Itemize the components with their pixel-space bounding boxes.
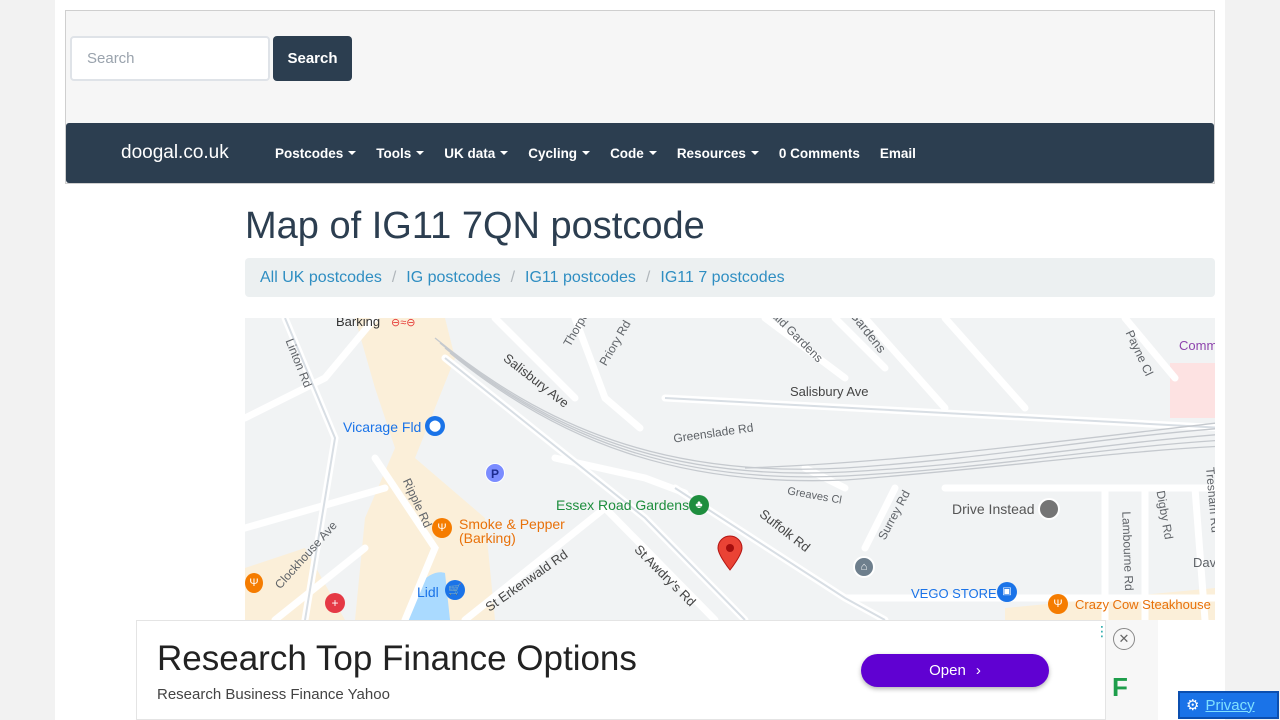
breadcrumb-ig-postcodes[interactable]: IG postcodes <box>406 269 500 287</box>
nav-label: UK data <box>444 145 496 161</box>
nav-item-code[interactable]: Code <box>610 146 657 161</box>
shopping-cart-icon[interactable]: 🛒 <box>445 580 465 600</box>
map-label-dav: Dav <box>1193 555 1215 570</box>
nav-label: Cycling <box>528 145 578 161</box>
hospital-area <box>1170 363 1215 418</box>
medical-icon[interactable]: + <box>325 593 345 613</box>
advertisement-banner[interactable]: Research Top Finance Options Research Bu… <box>136 620 1109 720</box>
restaurant-icon[interactable]: Ψ <box>245 573 263 593</box>
map-label-crazy-cow-steakhouse[interactable]: Crazy Cow Steakhouse <box>1075 597 1211 612</box>
privacy-label: Privacy <box>1205 696 1255 714</box>
nav-item-cycling[interactable]: Cycling <box>528 145 591 161</box>
chevron-right-icon: › <box>975 662 981 679</box>
ad-side-panel: ✕ F <box>1106 620 1158 720</box>
chevron-down-icon <box>648 151 657 155</box>
rail-station-icon: ⊖≈⊖ <box>391 318 416 329</box>
nav-item-email[interactable]: Email <box>880 146 916 161</box>
school-icon[interactable]: ⌂ <box>853 556 875 578</box>
shop-icon[interactable]: ▣ <box>997 582 1017 602</box>
tree-icon[interactable]: ♣ <box>689 495 709 515</box>
breadcrumb-separator: / <box>645 268 651 286</box>
google-map[interactable]: Barking ⊖≈⊖ Linton Rd Salisbury Ave Sali… <box>245 318 1215 620</box>
ad-title[interactable]: Research Top Finance Options <box>157 639 637 679</box>
restaurant-icon[interactable]: Ψ <box>432 518 452 538</box>
page-title: Map of IG11 7QN postcode <box>245 205 705 247</box>
ad-open-button[interactable]: Open › <box>861 654 1049 687</box>
map-label-vicarage-fld[interactable]: Vicarage Fld <box>343 419 421 435</box>
red-location-pin-icon[interactable] <box>716 535 744 571</box>
nav-label: 0 Comments <box>778 145 860 161</box>
parking-icon[interactable]: P <box>485 463 505 483</box>
map-label-comm: Comm <box>1179 338 1215 353</box>
map-label-smoke-pepper-barking[interactable]: (Barking) <box>459 530 516 546</box>
ad-open-label: Open <box>929 662 966 679</box>
ad-subtitle: Research Business Finance Yahoo <box>157 686 390 703</box>
nav-menu: Postcodes Tools UK data Cycling Code Res… <box>275 123 936 183</box>
restaurant-icon[interactable]: Ψ <box>1048 594 1068 614</box>
nav-label: Tools <box>376 145 412 161</box>
close-icon[interactable]: ✕ <box>1113 628 1135 650</box>
breadcrumb: All UK postcodes / IG postcodes / IG11 p… <box>245 258 1215 297</box>
freestar-logo-icon[interactable]: F <box>1112 672 1128 703</box>
nav-label: Resources <box>676 145 746 161</box>
nav-item-comments[interactable]: 0 Comments <box>779 146 860 161</box>
map-label-lidl[interactable]: Lidl <box>417 584 439 600</box>
map-label-lambourne-rd: Lambourne Rd <box>1119 511 1137 591</box>
chevron-down-icon <box>416 151 425 155</box>
breadcrumb-ig11-7-postcodes[interactable]: IG11 7 postcodes <box>660 269 784 287</box>
breadcrumb-ig11-postcodes[interactable]: IG11 postcodes <box>525 269 636 287</box>
breadcrumb-separator: / <box>391 268 397 286</box>
nav-item-uk-data[interactable]: UK data <box>444 145 509 161</box>
search-button[interactable]: Search <box>273 36 352 81</box>
chevron-down-icon <box>750 151 759 155</box>
privacy-button[interactable]: ⚙ Privacy <box>1178 691 1279 719</box>
map-label-salisbury-ave: Salisbury Ave <box>790 384 869 399</box>
nav-label: Email <box>879 145 916 161</box>
nav-item-resources[interactable]: Resources <box>677 146 759 161</box>
map-canvas <box>245 318 1215 620</box>
map-label-drive-instead[interactable]: Drive Instead <box>952 501 1034 517</box>
nav-label: Postcodes <box>275 145 344 161</box>
breadcrumb-separator: / <box>510 268 516 286</box>
breadcrumb-all-uk-postcodes[interactable]: All UK postcodes <box>260 269 382 287</box>
lock-icon[interactable]: ⬤ <box>425 416 445 436</box>
location-pin-icon[interactable] <box>1038 498 1060 520</box>
nav-item-postcodes[interactable]: Postcodes <box>275 145 357 161</box>
red-location-pin-icon <box>717 535 743 571</box>
search-input[interactable] <box>70 36 270 81</box>
map-label-barking: Barking <box>336 318 381 329</box>
nav-item-tools[interactable]: Tools <box>376 145 425 161</box>
chevron-down-icon <box>348 151 357 155</box>
map-label-essex-road-gardens[interactable]: Essex Road Gardens <box>556 497 689 513</box>
chevron-down-icon <box>582 151 591 155</box>
navbar: doogal.co.uk Postcodes Tools UK data Cyc… <box>66 123 1214 183</box>
map-label-vego-store[interactable]: VEGO STORE <box>911 586 997 601</box>
nav-label: Code <box>610 145 644 161</box>
gear-icon: ⚙ <box>1186 697 1200 714</box>
brand-logo[interactable]: doogal.co.uk <box>121 142 229 164</box>
chevron-down-icon <box>500 151 509 155</box>
